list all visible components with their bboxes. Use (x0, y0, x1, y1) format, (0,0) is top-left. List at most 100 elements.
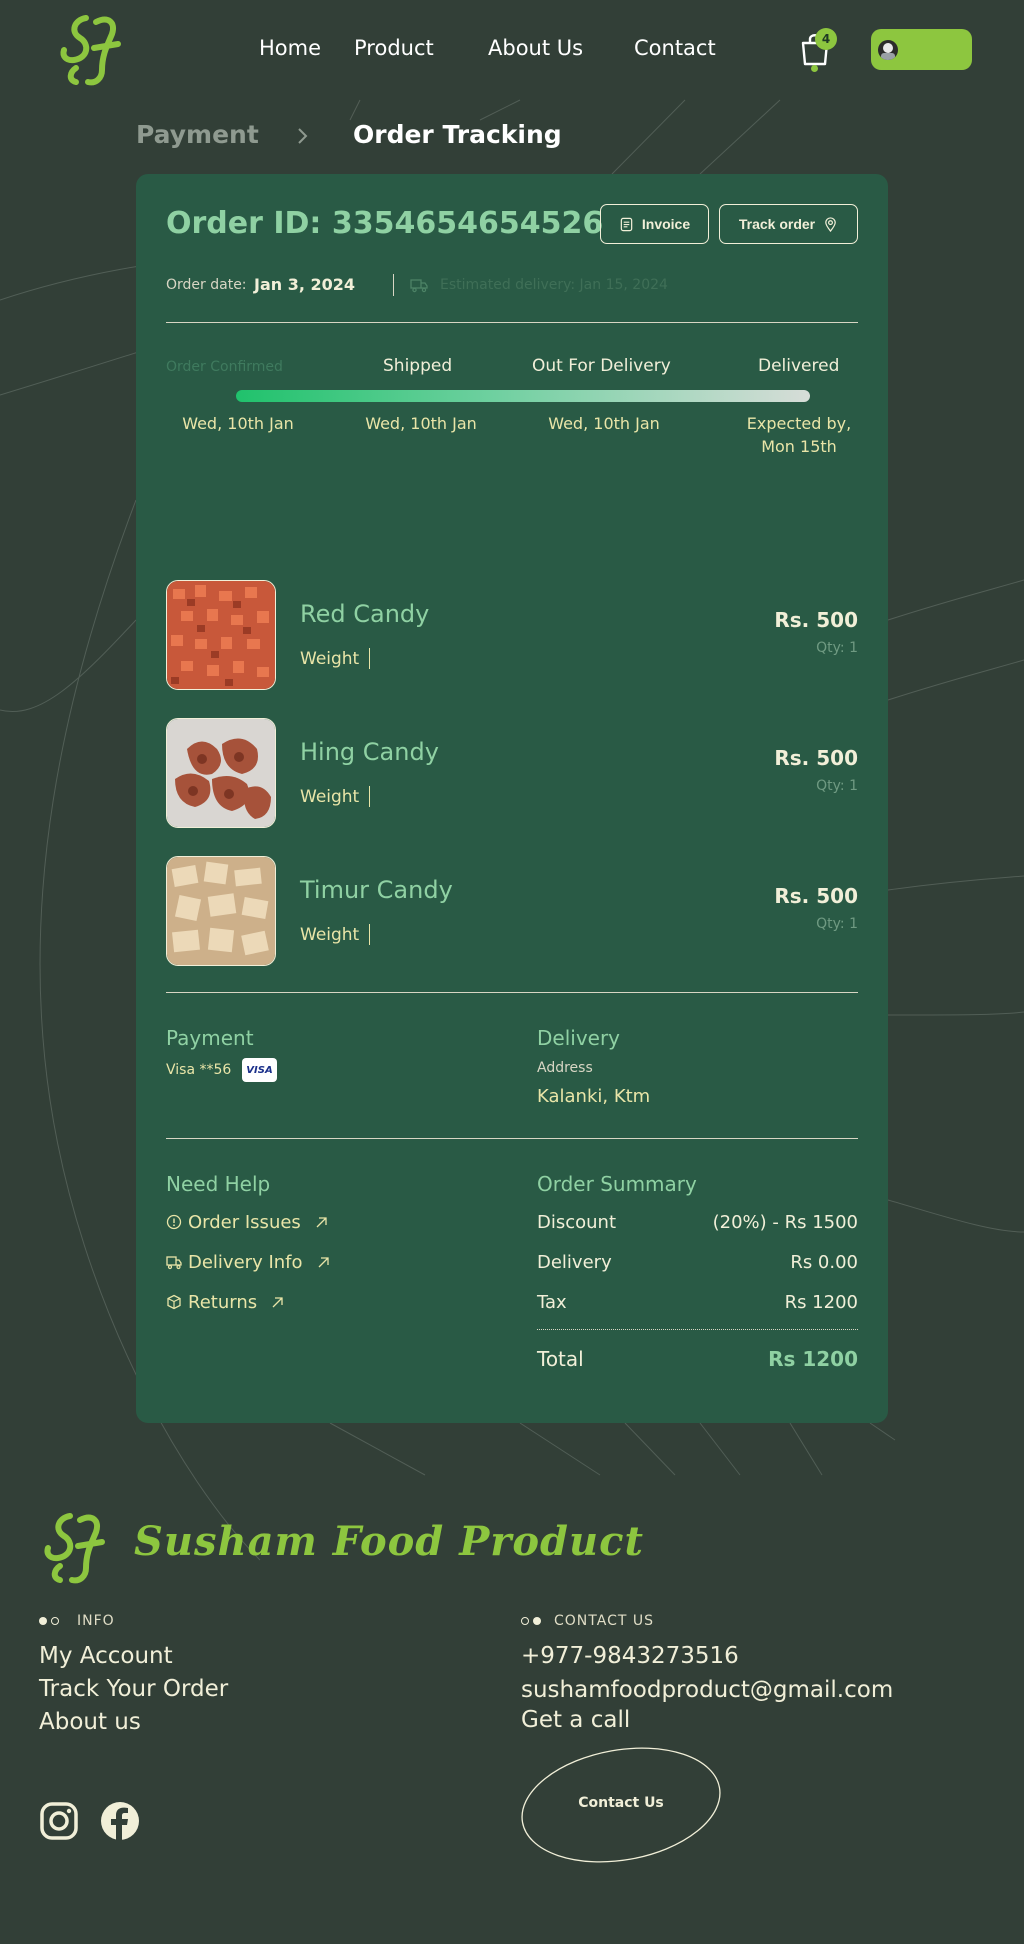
tracking-progress-bar (236, 390, 810, 402)
step-date-order-confirmed: Wed, 10th Jan (182, 414, 294, 433)
section-dot (51, 1617, 59, 1625)
location-pin-icon (825, 216, 836, 232)
get-a-call-link[interactable]: Get a call (521, 1707, 630, 1733)
nav-about-us[interactable]: About Us (488, 36, 583, 60)
section-dot (39, 1617, 47, 1625)
track-order-button[interactable]: Track order (719, 204, 858, 244)
step-label-out-for-delivery: Out For Delivery (532, 356, 671, 376)
order-date-value: Jan 3, 2024 (254, 275, 356, 294)
divider (166, 992, 858, 993)
order-item[interactable]: Hing Candy Weight Rs. 500 Qty: 1 (166, 718, 858, 828)
facebook-icon[interactable] (100, 1801, 140, 1841)
weight-divider (369, 924, 370, 945)
invoice-button[interactable]: Invoice (600, 204, 709, 244)
footer-link-about-us[interactable]: About us (39, 1709, 141, 1735)
summary-divider (537, 1329, 858, 1330)
package-icon (167, 1294, 181, 1310)
arrow-up-right-icon (318, 1256, 329, 1267)
footer-email[interactable]: sushamfoodproduct@gmail.com (521, 1677, 893, 1703)
step-date-delivered: Expected by, Mon 15th (746, 414, 852, 456)
item-weight-label: Weight (300, 649, 360, 669)
order-issues-link[interactable]: Order Issues (166, 1210, 328, 1234)
nav-contact[interactable]: Contact (634, 36, 716, 60)
truck-icon (166, 1256, 182, 1270)
cart-indicator-dot (811, 65, 818, 72)
site-header: Home Product About Us Contact 4 (0, 0, 1024, 100)
summary-row-tax: Tax Rs 1200 (537, 1292, 858, 1316)
nav-product[interactable]: Product (354, 36, 434, 60)
section-dot (533, 1617, 541, 1625)
info-heading: INFO (77, 1613, 115, 1629)
address-value: Kalanki, Ktm (537, 1086, 651, 1107)
truck-icon (410, 279, 428, 293)
item-weight-label: Weight (300, 787, 360, 807)
order-item[interactable]: Red Candy Weight Rs. 500 Qty: 1 (166, 580, 858, 690)
order-date-label: Order date: (166, 277, 247, 293)
item-name: Red Candy (300, 600, 430, 628)
estimated-delivery: Estimated delivery: Jan 15, 2024 (440, 277, 668, 293)
footer-logo-icon (44, 1513, 105, 1584)
order-item[interactable]: Timur Candy Weight Rs. 500 Qty: 1 (166, 856, 858, 966)
arrow-up-right-icon (272, 1296, 283, 1307)
returns-label: Returns (188, 1291, 258, 1313)
order-tracking-card: Order ID: 3354654654526 Invoice Track or… (136, 174, 888, 1423)
user-avatar (878, 40, 898, 60)
item-qty: Qty: 1 (816, 778, 858, 794)
delivery-title: Delivery (537, 1026, 621, 1050)
summary-value: Rs 1200 (784, 1292, 858, 1313)
item-name: Timur Candy (300, 876, 453, 904)
order-meta: Order date: Jan 3, 2024 Estimated delive… (166, 274, 866, 298)
chevron-right-icon (298, 128, 308, 144)
meta-divider (393, 274, 394, 296)
nav-home[interactable]: Home (259, 36, 321, 60)
footer-phone[interactable]: +977-9843273516 (521, 1643, 739, 1669)
item-qty: Qty: 1 (816, 640, 858, 656)
cart-count-badge: 4 (815, 28, 837, 50)
summary-value: (20%) - Rs 1500 (712, 1212, 858, 1233)
payment-card: Visa **56 (166, 1062, 232, 1078)
summary-row-delivery: Delivery Rs 0.00 (537, 1252, 858, 1276)
footer-brand-name: Susham Food Product (134, 1518, 644, 1565)
section-dot (521, 1617, 529, 1625)
total-label: Total (537, 1347, 584, 1371)
product-image-red-candy (166, 580, 276, 690)
item-price: Rs. 500 (774, 608, 858, 632)
footer-link-my-account[interactable]: My Account (39, 1643, 173, 1669)
contact-us-label: Contact Us (578, 1795, 664, 1811)
item-weight-label: Weight (300, 925, 360, 945)
summary-row-discount: Discount (20%) - Rs 1500 (537, 1212, 858, 1236)
item-price: Rs. 500 (774, 884, 858, 908)
order-id: Order ID: 3354654654526 (166, 206, 604, 241)
breadcrumb-payment[interactable]: Payment (136, 120, 259, 149)
item-price: Rs. 500 (774, 746, 858, 770)
step-label-order-confirmed: Order Confirmed (166, 359, 283, 375)
track-order-label: Track order (738, 216, 816, 232)
delivery-info-label: Delivery Info (188, 1251, 303, 1273)
item-qty: Qty: 1 (816, 916, 858, 932)
step-label-shipped: Shipped (383, 356, 453, 376)
step-date-shipped: Wed, 10th Jan (365, 414, 477, 433)
weight-divider (369, 648, 370, 669)
divider (166, 1138, 858, 1139)
weight-divider (369, 786, 370, 807)
order-summary-title: Order Summary (537, 1172, 697, 1196)
page-title: Order Tracking (353, 120, 562, 149)
visa-card-icon: VISA (242, 1058, 277, 1082)
summary-label: Discount (537, 1212, 617, 1233)
instagram-icon[interactable] (39, 1801, 79, 1841)
product-image-timur-candy (166, 856, 276, 966)
item-name: Hing Candy (300, 738, 439, 766)
alert-circle-icon (166, 1214, 182, 1230)
summary-total: Total Rs 1200 (537, 1347, 858, 1373)
delivery-info-link[interactable]: Delivery Info (166, 1250, 330, 1274)
returns-link[interactable]: Returns (166, 1290, 284, 1314)
arrow-up-right-icon (316, 1216, 327, 1227)
step-date-out-for-delivery: Wed, 10th Jan (548, 414, 660, 433)
contact-heading: CONTACT US (554, 1613, 654, 1629)
invoice-label: Invoice (641, 216, 691, 232)
divider (166, 322, 858, 323)
brand-logo-icon[interactable] (56, 12, 128, 88)
footer-link-track-order[interactable]: Track Your Order (39, 1676, 228, 1702)
summary-value: Rs 0.00 (790, 1252, 858, 1273)
step-label-delivered: Delivered (758, 356, 840, 376)
